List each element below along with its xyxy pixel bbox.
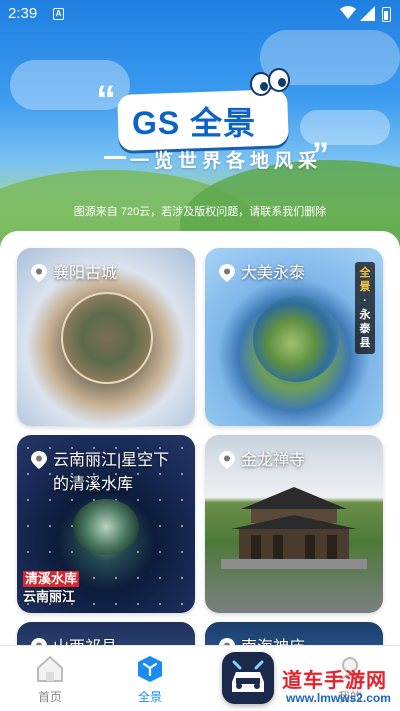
copyright-note: 图源来自 720云，若涉及版权问题，请联系我们删除: [73, 206, 327, 218]
cube-icon: [138, 656, 162, 682]
location-pin-icon: [31, 451, 47, 469]
overlay-caption-white: 云南丽江: [23, 589, 76, 604]
nav-tab-panorama[interactable]: 全景: [100, 646, 200, 711]
panorama-card[interactable]: 金龙禅寺: [205, 435, 383, 613]
location-pin-icon: [31, 264, 47, 282]
card-title: 襄阳古城: [53, 265, 118, 282]
vertical-tag: 全 景 · 永 泰 县: [355, 262, 375, 354]
watermark-logo: [222, 652, 274, 704]
slogan-dash: [104, 156, 126, 159]
wifi-icon: [340, 6, 356, 19]
card-title: 云南丽江|星空下的清溪水库: [53, 452, 170, 493]
temple-thumbnail: [221, 487, 367, 569]
status-bar: 2:39 A: [0, 0, 400, 30]
status-time: 2:39: [8, 5, 38, 22]
app-logo-text: GS 全景: [132, 105, 257, 141]
panorama-card[interactable]: 云南丽江|星空下的清溪水库 清溪水库 云南丽江: [17, 435, 195, 613]
overlay-caption-red: 清溪水库: [23, 571, 80, 587]
panorama-thumbnail: [253, 296, 339, 382]
nav-tab-home[interactable]: 首页: [0, 646, 100, 711]
open-quote: “: [96, 78, 116, 122]
close-quote: ”: [312, 136, 329, 174]
slogan: 一览世界各地风采: [130, 151, 323, 172]
watermark-url: www.lmwws2.com: [286, 691, 391, 705]
battery-icon: [382, 7, 391, 22]
hero-banner: 2:39 A “ GS 全景 一览世界各地风采 ” 图源来自 720云，若涉及版…: [0, 0, 400, 250]
card-title: 大美永泰: [241, 265, 306, 282]
signal-icon: [360, 6, 375, 21]
nav-label: 首页: [37, 690, 62, 704]
card-title: 金龙禅寺: [241, 452, 306, 469]
location-pin-icon: [219, 264, 235, 282]
notification-badge-icon: A: [53, 8, 64, 20]
location-pin-icon: [219, 451, 235, 469]
home-icon: [37, 656, 63, 682]
panorama-thumbnail: [61, 292, 153, 384]
panorama-card[interactable]: 襄阳古城: [17, 248, 195, 426]
panorama-card[interactable]: 大美永泰 全 景 · 永 泰 县: [205, 248, 383, 426]
watermark: 道车手游网 www.lmwws2.com: [282, 664, 396, 710]
panorama-thumbnail: [73, 499, 139, 555]
watermark-title: 道车手游网: [282, 670, 387, 692]
panorama-grid: 襄阳古城 大美永泰 全 景 · 永 泰 县 云南丽江|星空下的清溪水库 清溪水库…: [0, 231, 400, 651]
nav-label: 全景: [137, 690, 162, 704]
